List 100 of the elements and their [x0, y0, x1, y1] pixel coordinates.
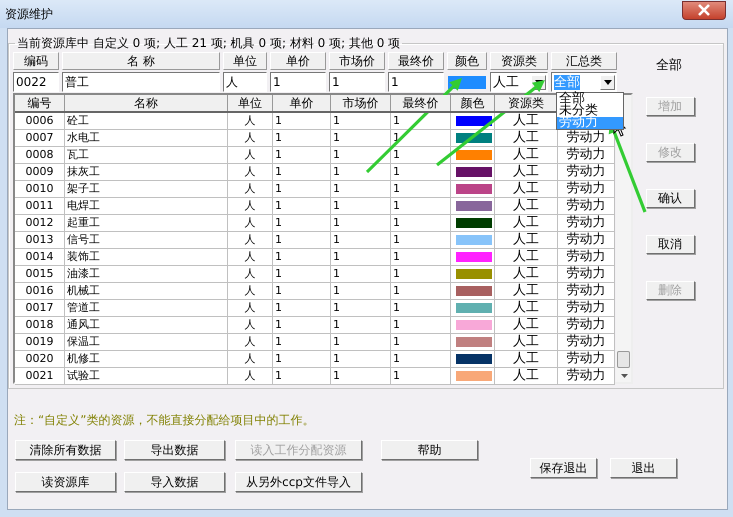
table-cell: 1: [391, 283, 451, 300]
table-cell: 人: [228, 130, 273, 147]
side-button[interactable]: 确认: [646, 189, 694, 208]
table-cell: 1: [273, 266, 331, 283]
resource-class-dropdown[interactable]: 人工: [490, 72, 548, 92]
table-cell: 人: [228, 368, 273, 385]
table-cell: 1: [391, 266, 451, 283]
table-cell: 人: [228, 351, 273, 368]
table-cell: 人工: [495, 283, 558, 300]
table-cell: 0019: [15, 334, 65, 351]
table-cell: 人: [228, 147, 273, 164]
table-cell: 管道工: [65, 300, 228, 317]
table-cell: 人: [228, 113, 273, 130]
table-cell: 劳动力: [558, 249, 615, 266]
scrollbar[interactable]: [616, 95, 631, 382]
table-cell: 1: [331, 130, 391, 147]
table-cell: 人: [228, 181, 273, 198]
table-cell: 1: [273, 249, 331, 266]
table-cell: 1: [331, 113, 391, 130]
table-cell: 劳动力: [558, 300, 615, 317]
name-field[interactable]: 普工: [62, 72, 220, 92]
action-button[interactable]: 清除所有数据: [15, 440, 116, 460]
table-cell: 1: [331, 147, 391, 164]
price-field[interactable]: 1: [270, 72, 326, 92]
final-price-field[interactable]: 1: [388, 72, 444, 92]
table-cell: 0016: [15, 283, 65, 300]
column-header: 最终价: [388, 52, 444, 70]
exit-button[interactable]: 保存退出: [530, 458, 597, 478]
table-cell: 装饰工: [65, 249, 228, 266]
down-arrow-icon[interactable]: [621, 374, 628, 378]
table-cell: 1: [331, 283, 391, 300]
table-cell: 0010: [15, 181, 65, 198]
table-cell: 劳动力: [558, 147, 615, 164]
table-cell: 0020: [15, 351, 65, 368]
table-cell: 1: [391, 368, 451, 385]
table-cell: 1: [331, 164, 391, 181]
table-cell: 0021: [15, 368, 65, 385]
table-cell: 人工: [495, 130, 558, 147]
table-cell: 人工: [495, 232, 558, 249]
table-cell: 0009: [15, 164, 65, 181]
table-cell: 机械工: [65, 283, 228, 300]
column-header: 汇总类: [551, 52, 617, 70]
table-cell: 人: [228, 198, 273, 215]
side-button[interactable]: 取消: [646, 235, 694, 254]
table-cell: 人工: [495, 198, 558, 215]
table-cell: 劳动力: [558, 215, 615, 232]
column-header: 颜色: [447, 52, 487, 70]
table-cell: 1: [331, 198, 391, 215]
table-cell: 劳动力: [558, 317, 615, 334]
action-button[interactable]: 导入数据: [124, 472, 225, 492]
table-cell: 1: [391, 249, 451, 266]
table-cell: 1: [273, 181, 331, 198]
close-button[interactable]: [682, 0, 726, 20]
table-cell: 劳动力: [558, 130, 615, 147]
exit-button[interactable]: 退出: [610, 458, 677, 478]
action-button[interactable]: 从另外ccp文件导入: [235, 472, 362, 492]
table-cell: 人: [228, 215, 273, 232]
table-cell: 1: [331, 317, 391, 334]
table-cell: 1: [273, 113, 331, 130]
market-price-field[interactable]: 1: [329, 72, 385, 92]
table-cell: 0014: [15, 249, 65, 266]
table-cell: 瓦工: [65, 147, 228, 164]
caret-icon: [604, 80, 612, 84]
table-cell: 1: [273, 164, 331, 181]
table-cell: 人: [228, 266, 273, 283]
table-cell: 人工: [495, 334, 558, 351]
table-cell: 0012: [15, 215, 65, 232]
action-button[interactable]: 导出数据: [124, 440, 225, 460]
dropdown-option[interactable]: 未分类: [557, 105, 623, 117]
table-cell: 人工: [495, 368, 558, 385]
table-cell: 1: [273, 283, 331, 300]
table-cell: 1: [331, 215, 391, 232]
table-cell: 人: [228, 164, 273, 181]
scrollbar-thumb[interactable]: [617, 351, 630, 368]
table-cell: 人: [228, 283, 273, 300]
table-cell: 砼工: [65, 113, 228, 130]
table-cell: 人工: [495, 249, 558, 266]
table-cell: 人: [228, 249, 273, 266]
code-field[interactable]: 0022: [13, 72, 59, 92]
table-cell: 1: [391, 334, 451, 351]
note-text: 注：“自定义”类的资源，不能直接分配给项目中的工作。: [14, 412, 316, 429]
table-cell: 1: [391, 351, 451, 368]
table-cell: 0008: [15, 147, 65, 164]
table-cell: 1: [331, 249, 391, 266]
table-cell: 1: [273, 232, 331, 249]
table-cell: 人工: [495, 351, 558, 368]
table-cell: 机修工: [65, 351, 228, 368]
table-cell: 油漆工: [65, 266, 228, 283]
filter-label: 全部: [656, 57, 682, 74]
table-cell: 劳动力: [558, 181, 615, 198]
unit-field[interactable]: 人: [223, 72, 267, 92]
action-button[interactable]: 帮助: [381, 440, 478, 460]
column-header: 名 称: [62, 52, 220, 70]
action-button[interactable]: 读资源库: [15, 472, 116, 492]
table-cell: 劳动力: [558, 232, 615, 249]
table-cell: 0013: [15, 232, 65, 249]
table-cell: 1: [391, 232, 451, 249]
table-cell: 劳动力: [558, 368, 615, 385]
table-cell: 1: [273, 334, 331, 351]
table-cell: 1: [273, 351, 331, 368]
